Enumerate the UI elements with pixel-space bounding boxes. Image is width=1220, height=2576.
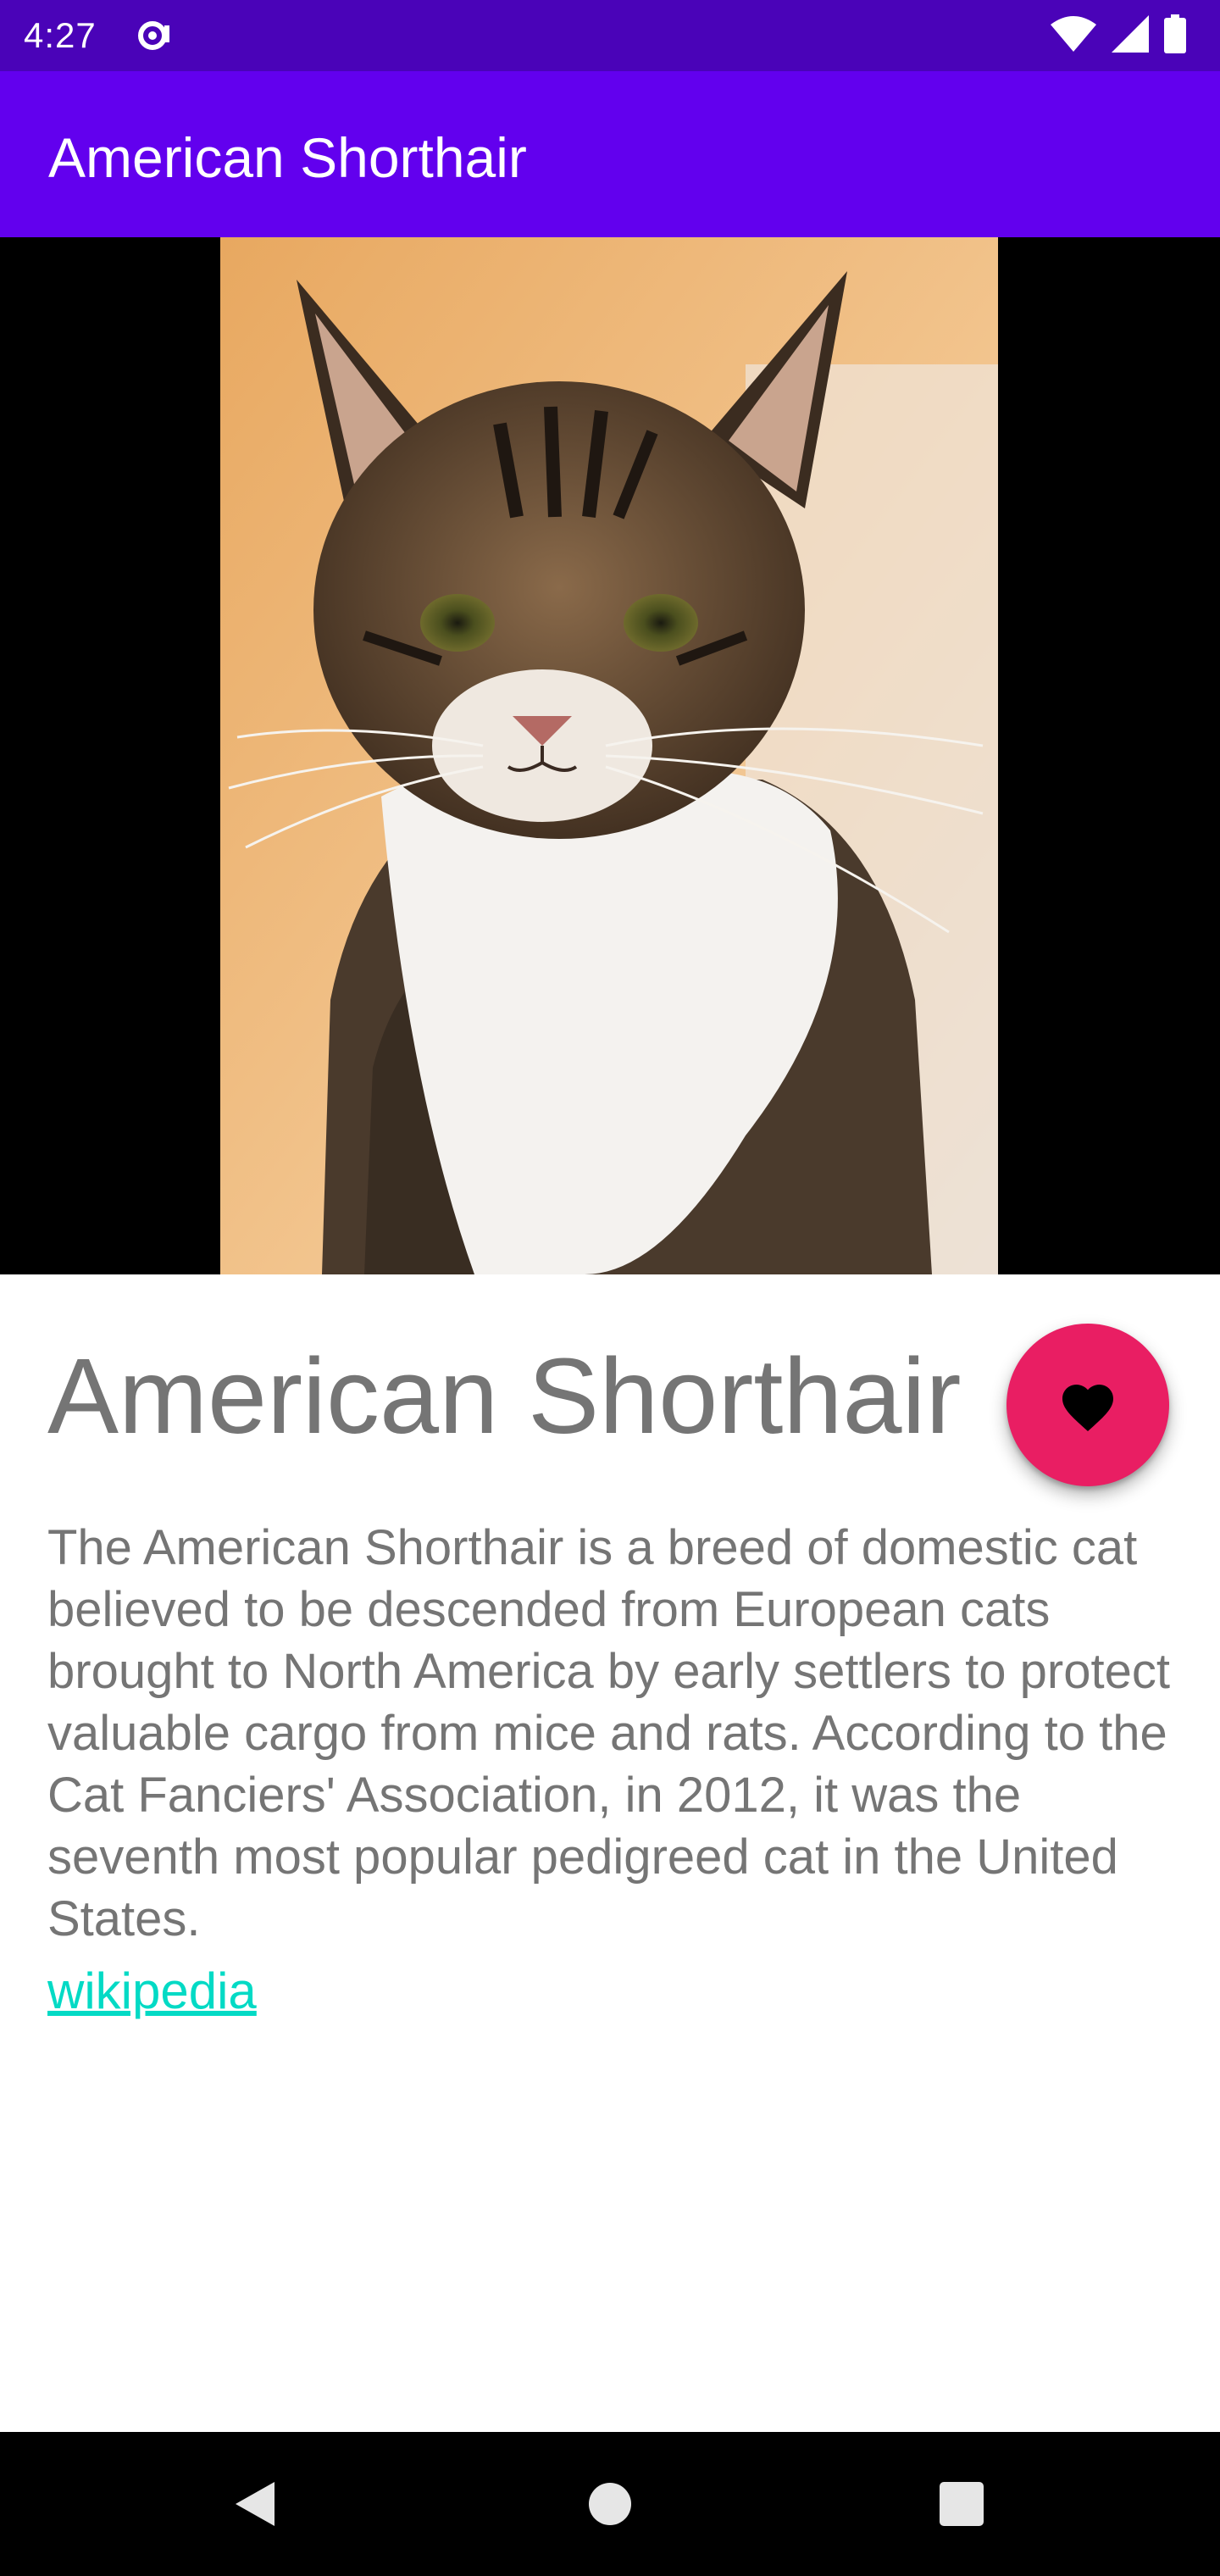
system-nav-bar: [0, 2432, 1220, 2576]
wikipedia-link[interactable]: wikipedia: [47, 1957, 257, 2025]
breed-description: The American Shorthair is a breed of dom…: [47, 1520, 1170, 1946]
app-bar-title: American Shorthair: [48, 126, 527, 189]
status-bar: 4:27: [0, 0, 1220, 71]
notification-icon: [136, 17, 175, 54]
cell-signal-icon: [1112, 14, 1149, 57]
status-icons: [1051, 14, 1186, 58]
home-icon[interactable]: [563, 2457, 657, 2551]
back-icon[interactable]: [208, 2457, 301, 2551]
wifi-icon: [1051, 15, 1096, 56]
favorite-button[interactable]: [1006, 1324, 1169, 1486]
app-bar: American Shorthair: [0, 71, 1220, 237]
heart-icon: [1062, 1385, 1113, 1432]
breed-name-heading: American Shorthair: [47, 1336, 962, 1456]
recents-icon[interactable]: [915, 2457, 1008, 2551]
cat-photo: [220, 237, 998, 1274]
battery-icon: [1164, 14, 1186, 58]
status-time: 4:27: [24, 15, 97, 55]
hero-image-container: [0, 237, 1220, 1274]
